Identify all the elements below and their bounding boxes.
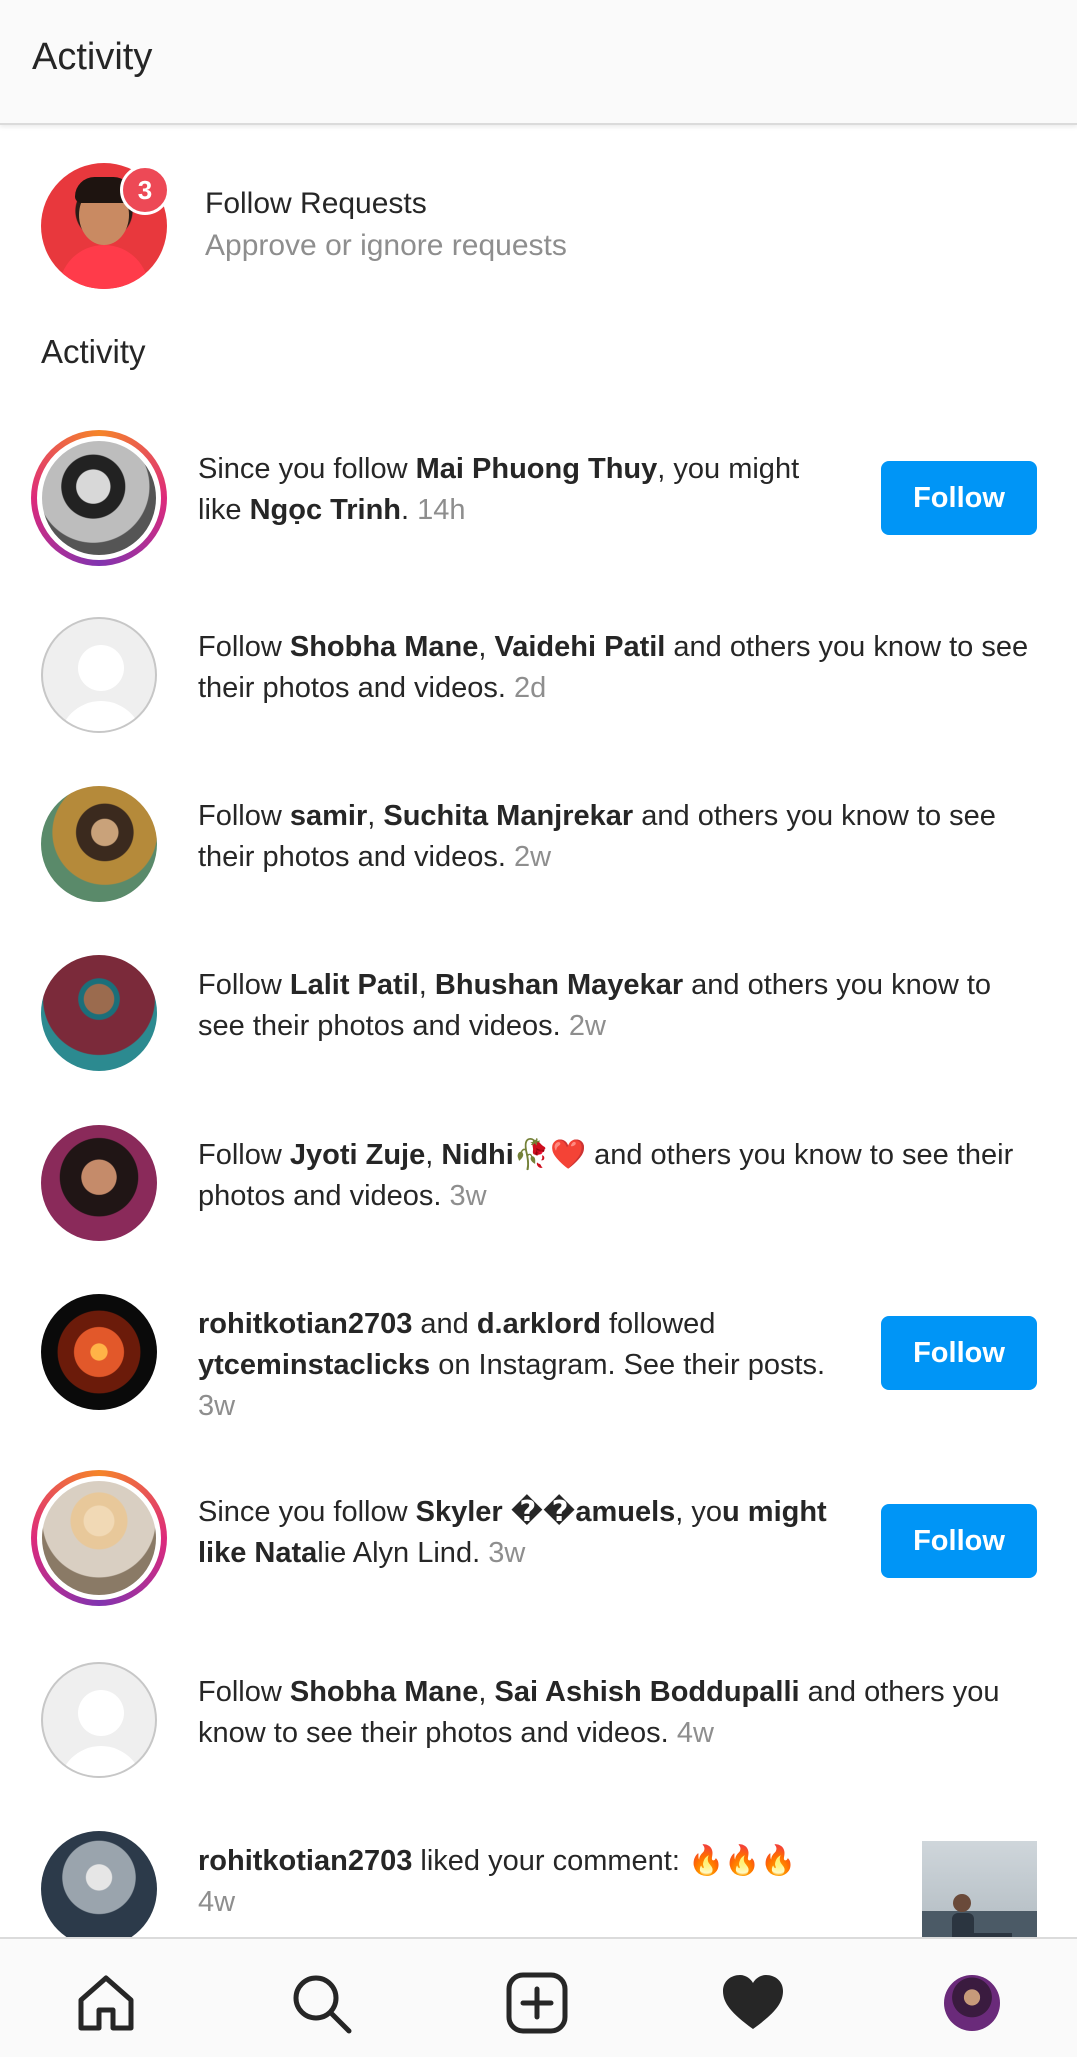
activity-text: Since you follow Mai Phuong Thuy, you mi… [198,453,800,526]
avatar[interactable] [41,1125,157,1241]
timestamp: 14h [417,494,466,526]
post-thumbnail[interactable] [922,1841,1037,1937]
activity-feed[interactable]: 3 Follow Requests Approve or ignore requ… [0,127,1077,1937]
activity-text: rohitkotian2703 liked your comment: 🔥🔥🔥 4… [198,1845,797,1918]
timestamp: 3w [488,1537,526,1569]
list-item[interactable]: Since you follow Mai Phuong Thuy, you mi… [0,427,1077,577]
timestamp: 2d [513,672,547,704]
timestamp: 4w [198,1886,236,1918]
list-item[interactable]: rohitkotian2703 and d.arklord followed y… [0,1294,1077,1444]
list-item[interactable]: Since you follow Skyler ��amuels, you mi… [0,1470,1077,1620]
list-item[interactable]: Follow Jyoti Zuje, Nidhi🥀❤️ and others y… [0,1125,1077,1255]
timestamp: 2w [513,841,552,873]
follow-button[interactable]: Follow [881,461,1037,535]
search-icon[interactable] [289,1971,353,2035]
activity-text: Follow samir, Suchita Manjrekar and othe… [198,800,996,873]
activity-text: Follow Jyoti Zuje, Nidhi🥀❤️ and others y… [198,1139,1014,1212]
follow-requests-row[interactable]: 3 Follow Requests Approve or ignore requ… [0,145,1077,289]
section-title: Activity [41,333,146,370]
avatar[interactable] [41,786,157,902]
avatar[interactable] [31,430,167,566]
list-item[interactable]: Follow samir, Suchita Manjrekar and othe… [0,786,1077,916]
timestamp: 4w [676,1717,714,1749]
follow-requests-subtitle: Approve or ignore requests [205,229,567,262]
follow-button[interactable]: Follow [881,1316,1037,1390]
list-item[interactable]: Follow Shobha Mane, Vaidehi Patil and ot… [0,617,1077,747]
activity-text: Since you follow Skyler ��amuels, you mi… [198,1496,827,1569]
top-bar: Activity [0,0,1077,125]
follow-request-count-badge: 3 [120,165,170,215]
profile-avatar[interactable] [940,1971,1004,2035]
avatar[interactable] [31,1470,167,1606]
list-item[interactable]: Follow Lalit Patil, Bhushan Mayekar and … [0,955,1077,1085]
list-item[interactable]: Follow Shobha Mane, Sai Ashish Boddupall… [0,1662,1077,1792]
list-item[interactable]: rohitkotian2703 liked your comment: 🔥🔥🔥 4… [0,1831,1077,1937]
activity-text: Follow Lalit Patil, Bhushan Mayekar and … [198,969,992,1042]
avatar[interactable] [41,1662,157,1778]
bottom-navigation [0,1937,1077,2057]
home-icon[interactable] [74,1971,138,2035]
page-title: Activity [32,36,153,78]
activity-text: rohitkotian2703 and d.arklord followed y… [198,1308,826,1422]
timestamp: 3w [449,1180,487,1212]
add-post-icon[interactable] [505,1971,569,2035]
follow-button[interactable]: Follow [881,1504,1037,1578]
heart-icon[interactable] [721,1971,785,2035]
activity-text: Follow Shobha Mane, Vaidehi Patil and ot… [198,631,1029,704]
timestamp: 2w [568,1010,606,1042]
activity-text: Follow Shobha Mane, Sai Ashish Boddupall… [198,1676,1000,1749]
follow-requests-title: Follow Requests [205,187,427,220]
avatar[interactable] [41,1831,157,1937]
timestamp: 3w [198,1390,236,1422]
avatar[interactable] [41,617,157,733]
avatar[interactable] [41,955,157,1071]
avatar[interactable] [41,1294,157,1410]
